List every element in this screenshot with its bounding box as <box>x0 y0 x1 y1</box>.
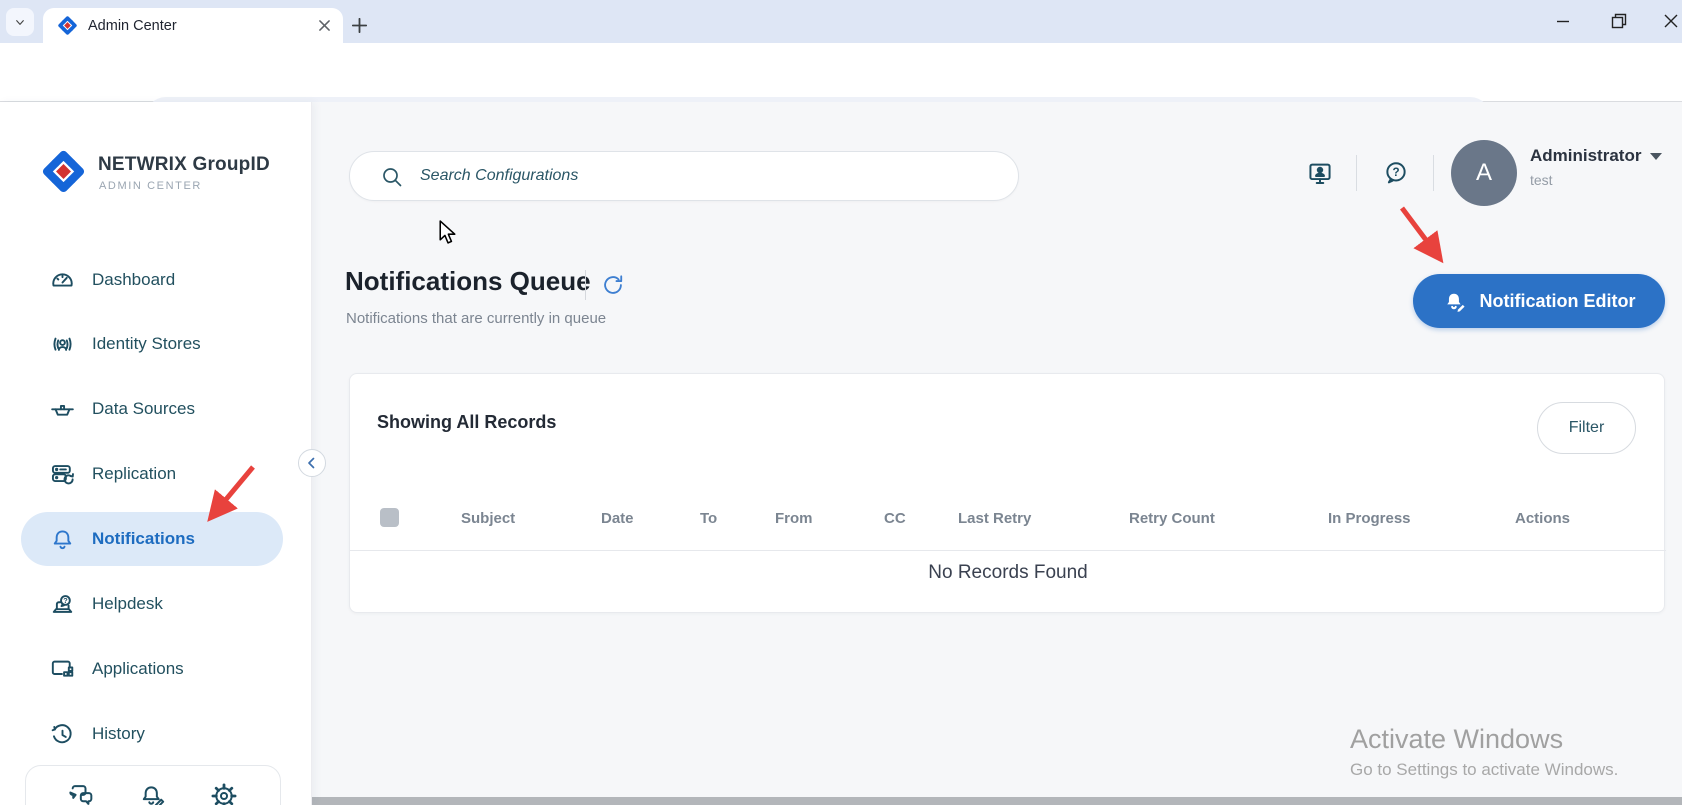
page-title: Notifications Queue <box>345 266 591 296</box>
help-icon[interactable]: ? <box>1382 159 1410 187</box>
svg-text:?: ? <box>1392 166 1399 179</box>
bell-edit-icon <box>1446 293 1465 312</box>
sidebar-item-label: Notifications <box>92 529 195 548</box>
sidebar-item-label: Data Sources <box>92 399 195 418</box>
new-tab-button[interactable] <box>346 12 372 38</box>
column-header-date[interactable]: Date <box>601 510 634 527</box>
tab-title: Admin Center <box>88 17 177 34</box>
app-content: NETWRIX GroupID ADMIN CENTER Dashboard I… <box>0 102 1682 805</box>
annotation-arrow <box>207 465 255 522</box>
search-input[interactable] <box>420 152 1000 200</box>
refresh-icon[interactable] <box>600 272 626 298</box>
tab-search-button[interactable] <box>6 8 34 36</box>
mouse-cursor <box>439 220 456 244</box>
svg-text:?: ? <box>63 595 68 604</box>
sidebar-item-dashboard[interactable]: Dashboard <box>21 253 283 307</box>
netwrix-logo-icon <box>42 150 85 193</box>
editor-button-label: Notification Editor <box>1479 290 1636 311</box>
empty-state-message: No Records Found <box>928 562 1088 583</box>
user-org: test <box>1530 172 1553 188</box>
column-header-from[interactable]: From <box>775 510 813 527</box>
column-header-cc[interactable]: CC <box>884 510 906 527</box>
header-divider <box>1433 155 1434 191</box>
sidebar-item-label: Dashboard <box>92 270 176 289</box>
column-header-to[interactable]: To <box>700 510 717 527</box>
filter-button[interactable]: Filter <box>1537 402 1636 454</box>
sidebar-item-label: Replication <box>92 464 177 483</box>
activate-windows-watermark: Activate Windows <box>1350 724 1564 754</box>
avatar-initial: A <box>1475 159 1492 186</box>
sidebar-item-helpdesk[interactable]: ? Helpdesk <box>21 577 283 631</box>
sidebar-collapse-button[interactable] <box>298 449 326 477</box>
bell-icon <box>53 529 72 549</box>
select-all-checkbox[interactable] <box>380 508 399 527</box>
logo-subtitle: ADMIN CENTER <box>99 180 202 192</box>
sidebar-item-history[interactable]: History <box>21 707 283 761</box>
user-avatar[interactable]: A <box>1451 140 1517 206</box>
identity-broadcast-icon <box>53 337 72 351</box>
records-summary: Showing All Records <box>377 412 557 432</box>
window-close-button[interactable] <box>1655 6 1682 36</box>
user-menu-caret-icon[interactable] <box>1650 153 1662 160</box>
column-header-in-progress[interactable]: In Progress <box>1328 510 1411 527</box>
screen: Admin Center NETWRIX GroupID ADMIN CENTE… <box>0 0 1682 805</box>
window-restore-button[interactable] <box>1603 6 1635 36</box>
data-hub-icon <box>51 404 74 416</box>
chevron-down-icon <box>16 20 24 25</box>
column-header-subject[interactable]: Subject <box>461 510 515 527</box>
column-header-retry-count[interactable]: Retry Count <box>1129 510 1215 527</box>
gear-icon[interactable] <box>210 782 238 805</box>
laptop-question-icon: ? <box>52 594 73 613</box>
sidebar-item-identity-stores[interactable]: Identity Stores <box>21 317 283 371</box>
page-subtitle: Notifications that are currently in queu… <box>346 310 607 327</box>
title-divider <box>585 270 586 300</box>
header-row-divider <box>350 550 1666 551</box>
gauge-icon <box>52 272 73 287</box>
sidebar-quick-actions <box>25 765 281 805</box>
notification-editor-icon[interactable] <box>139 782 167 805</box>
sidebar-item-label: Helpdesk <box>92 594 163 613</box>
sidebar-item-data-sources[interactable]: Data Sources <box>21 382 283 436</box>
sidebar-item-applications[interactable]: Applications <box>21 642 283 696</box>
activate-windows-subtext: Go to Settings to activate Windows. <box>1350 760 1619 779</box>
app-window-icon <box>51 660 74 677</box>
sidebar-item-label: Applications <box>92 659 184 678</box>
browser-tab-admin-center[interactable]: Admin Center <box>43 8 343 43</box>
window-minimize-button[interactable] <box>1547 6 1579 36</box>
tab-close-icon[interactable] <box>315 17 333 35</box>
notification-editor-button[interactable]: Notification Editor <box>1413 274 1665 328</box>
annotation-arrow <box>1400 206 1444 264</box>
column-header-last-retry[interactable]: Last Retry <box>958 510 1031 527</box>
history-clock-icon <box>51 723 72 743</box>
chat-icon[interactable] <box>68 782 96 805</box>
header-divider <box>1356 155 1357 191</box>
sidebar: NETWRIX GroupID ADMIN CENTER Dashboard I… <box>0 102 312 805</box>
records-card: Showing All Records Filter Subject Date … <box>349 373 1666 613</box>
search-bar[interactable] <box>349 151 1019 201</box>
netwrix-favicon <box>58 16 77 35</box>
logo-title: NETWRIX GroupID <box>98 154 270 175</box>
sidebar-item-label: History <box>92 724 145 743</box>
user-name: Administrator <box>1530 146 1642 165</box>
sidebar-item-label: Identity Stores <box>92 334 201 353</box>
remote-session-icon[interactable] <box>1306 159 1334 187</box>
browser-tab-bar: Admin Center <box>0 0 1682 43</box>
search-icon <box>383 168 402 187</box>
database-sync-icon <box>51 464 74 484</box>
column-header-actions[interactable]: Actions <box>1515 510 1570 527</box>
browser-toolbar: Not secure https://11clus-1/AdminCenter/… <box>0 43 1682 139</box>
